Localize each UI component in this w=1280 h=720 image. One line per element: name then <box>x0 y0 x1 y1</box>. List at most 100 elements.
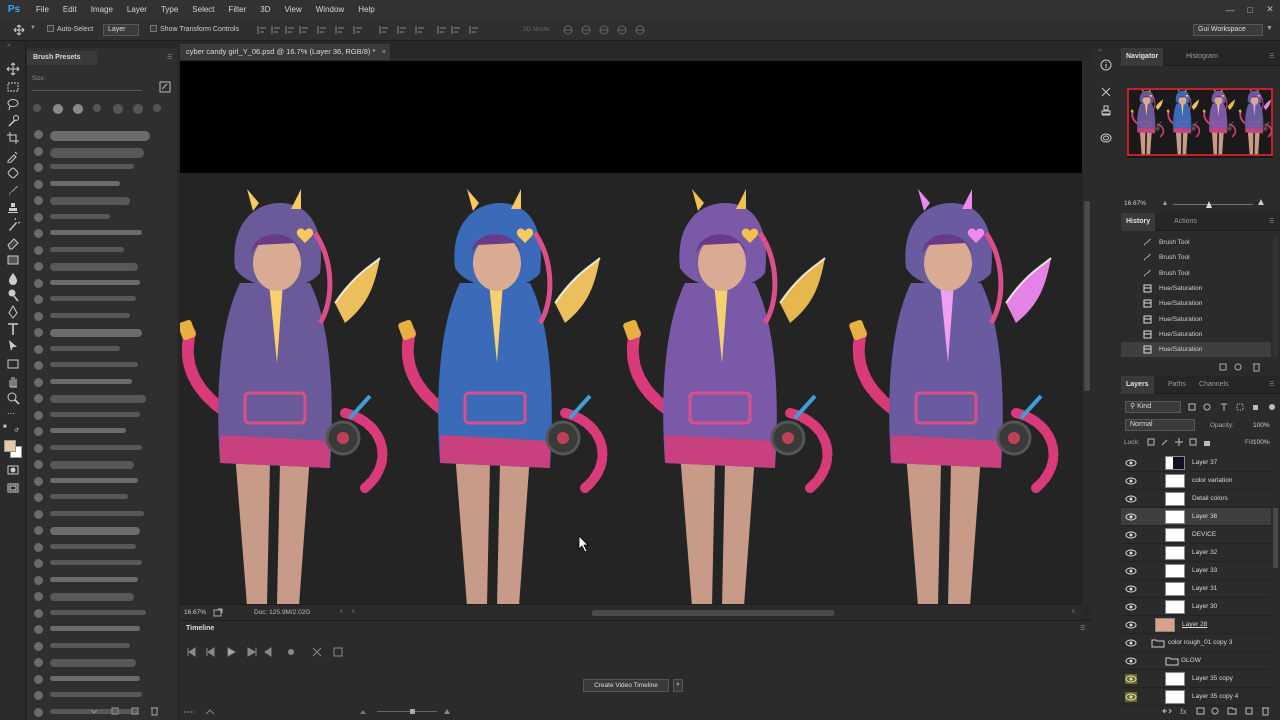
visibility-eye-icon[interactable] <box>1125 566 1137 576</box>
layer-row[interactable]: Layer 30 <box>1121 598 1271 616</box>
brush-preset-stroke[interactable] <box>50 246 124 252</box>
brush-preset-stroke[interactable] <box>50 164 134 169</box>
layer-name[interactable]: Layer 35 copy 4 <box>1192 688 1238 706</box>
brush-preset-stroke[interactable] <box>50 527 140 535</box>
workspace-dropdown-icon[interactable]: ▼ <box>1266 25 1273 32</box>
layer-row[interactable]: DEVICE <box>1121 526 1271 544</box>
layer-row[interactable]: color variation <box>1121 472 1271 490</box>
align-icon[interactable] <box>284 25 296 35</box>
hand-icon[interactable] <box>6 374 20 388</box>
layer-thumbnail[interactable] <box>1165 546 1185 560</box>
layer-row[interactable]: GLOW <box>1121 652 1271 670</box>
layer-row[interactable]: Detail colors <box>1121 490 1271 508</box>
status-menu-icon[interactable]: › <box>340 608 342 615</box>
brush-preset-stroke[interactable] <box>50 147 144 158</box>
brush-preset-stroke[interactable] <box>50 609 146 615</box>
pen-icon[interactable] <box>6 305 20 319</box>
layers-menu-icon[interactable]: ☰ <box>1269 381 1274 388</box>
brush-panel-toggle-icon[interactable] <box>159 81 171 93</box>
visibility-eye-icon[interactable] <box>1125 620 1137 630</box>
zoom-icon[interactable] <box>6 391 20 405</box>
navigator-menu-icon[interactable]: ☰ <box>1269 53 1274 60</box>
vertical-scroll-thumb[interactable] <box>1084 201 1090 391</box>
brush-preset-stroke[interactable] <box>50 642 130 648</box>
layer-name[interactable]: Layer 33 <box>1192 562 1217 580</box>
brush-preset-thumb[interactable] <box>34 344 43 354</box>
history-item[interactable]: Hue/Saturation <box>1121 327 1271 342</box>
history-item[interactable]: Brush Tool <box>1121 235 1271 250</box>
timeline-mode-dropdown-icon[interactable]: ▼ <box>673 679 683 692</box>
align-icon[interactable] <box>298 25 310 35</box>
brush-preset-stroke[interactable] <box>50 675 140 681</box>
brush-preset-stroke[interactable] <box>50 329 142 337</box>
brush-tip[interactable] <box>33 104 41 112</box>
workspace-select[interactable]: Gui Workspace <box>1193 24 1263 36</box>
history-item[interactable]: Hue/Saturation <box>1121 281 1271 296</box>
layer-row[interactable]: Layer 35 copy 4 <box>1121 688 1271 706</box>
brush-preset-thumb[interactable] <box>34 658 43 667</box>
clone-source-icon[interactable] <box>1100 104 1112 118</box>
clone-stamp-icon[interactable] <box>6 201 20 215</box>
collapse-panels-icon[interactable]: « <box>1098 48 1101 54</box>
brush-preset-stroke[interactable] <box>50 560 142 565</box>
brush-preset-thumb[interactable] <box>34 212 43 222</box>
align-icon[interactable] <box>396 25 408 35</box>
menu-select[interactable]: Select <box>185 0 221 19</box>
scroll-left-icon[interactable]: ‹ <box>352 608 354 615</box>
tools-collapse-icon[interactable]: » <box>7 43 10 49</box>
foreground-color-swatch[interactable] <box>4 440 16 452</box>
layer-row[interactable]: Layer 37 <box>1121 454 1271 472</box>
eyedropper-icon[interactable] <box>6 149 20 163</box>
brush-preset-stroke[interactable] <box>50 576 138 582</box>
menu-3d[interactable]: 3D <box>253 0 277 19</box>
canvas-vertical-scrollbar[interactable] <box>1082 61 1092 606</box>
brush-preset-thumb[interactable] <box>34 163 43 172</box>
visibility-eye-icon[interactable] <box>1125 530 1137 540</box>
brush-preset-thumb[interactable] <box>34 410 43 420</box>
layer-name[interactable]: Layer 28 <box>1182 616 1207 634</box>
layer-row[interactable]: Layer 31 <box>1121 580 1271 598</box>
blend-mode-select[interactable]: Normal <box>1125 419 1195 431</box>
align-icon[interactable] <box>256 25 268 35</box>
menu-layer[interactable]: Layer <box>120 0 154 19</box>
brush-preset-stroke[interactable] <box>50 131 150 141</box>
history-menu-icon[interactable]: ☰ <box>1269 218 1274 225</box>
brush-preset-thumb[interactable] <box>34 394 43 403</box>
brush-preset-stroke[interactable] <box>50 626 140 631</box>
layer-name[interactable]: Layer 35 copy <box>1192 670 1233 688</box>
navigator-zoom-value[interactable]: 16.67% <box>1124 200 1146 207</box>
brush-preset-stroke[interactable] <box>50 477 138 483</box>
history-item[interactable]: Hue/Saturation <box>1121 296 1271 311</box>
brush-tool-icon[interactable] <box>6 184 20 198</box>
align-icon[interactable] <box>316 25 328 35</box>
menu-filter[interactable]: Filter <box>222 0 254 19</box>
history-item[interactable]: Brush Tool <box>1121 266 1271 281</box>
brush-preset-thumb[interactable] <box>34 526 43 535</box>
brush-preset-thumb[interactable] <box>34 707 43 717</box>
history-brush-icon[interactable] <box>6 218 20 232</box>
brush-preset-thumb[interactable] <box>34 460 43 469</box>
layer-row[interactable]: Layer 35 copy <box>1121 670 1271 688</box>
timeline-menu-icon[interactable]: ☰ <box>1080 625 1085 632</box>
brush-size-slider[interactable] <box>32 90 142 91</box>
visibility-eye-icon[interactable] <box>1125 548 1137 558</box>
visibility-eye-icon[interactable] <box>1125 602 1137 612</box>
default-colors-icon[interactable]: ■ <box>3 424 7 430</box>
brush-preset-stroke[interactable] <box>50 296 136 301</box>
brush-preset-thumb[interactable] <box>34 443 43 453</box>
3d-icon[interactable] <box>580 25 592 35</box>
swap-colors-icon[interactable]: ↺ <box>14 427 22 435</box>
brush-preset-stroke[interactable] <box>50 312 130 318</box>
info-icon[interactable] <box>1100 59 1112 71</box>
brush-preset-stroke[interactable] <box>50 692 142 697</box>
folder-icon[interactable] <box>1165 656 1179 666</box>
brush-preset-thumb[interactable] <box>34 311 43 321</box>
brush-preset-stroke[interactable] <box>50 230 142 235</box>
layers-scroll-thumb[interactable] <box>1273 508 1278 568</box>
close-document-icon[interactable]: × <box>382 44 386 60</box>
brush-preset-thumb[interactable] <box>34 229 43 238</box>
move-icon[interactable] <box>6 62 20 76</box>
navigator-zoom-track[interactable] <box>1173 204 1253 205</box>
align-icon[interactable] <box>334 25 346 35</box>
layer-thumbnail[interactable] <box>1165 456 1185 470</box>
